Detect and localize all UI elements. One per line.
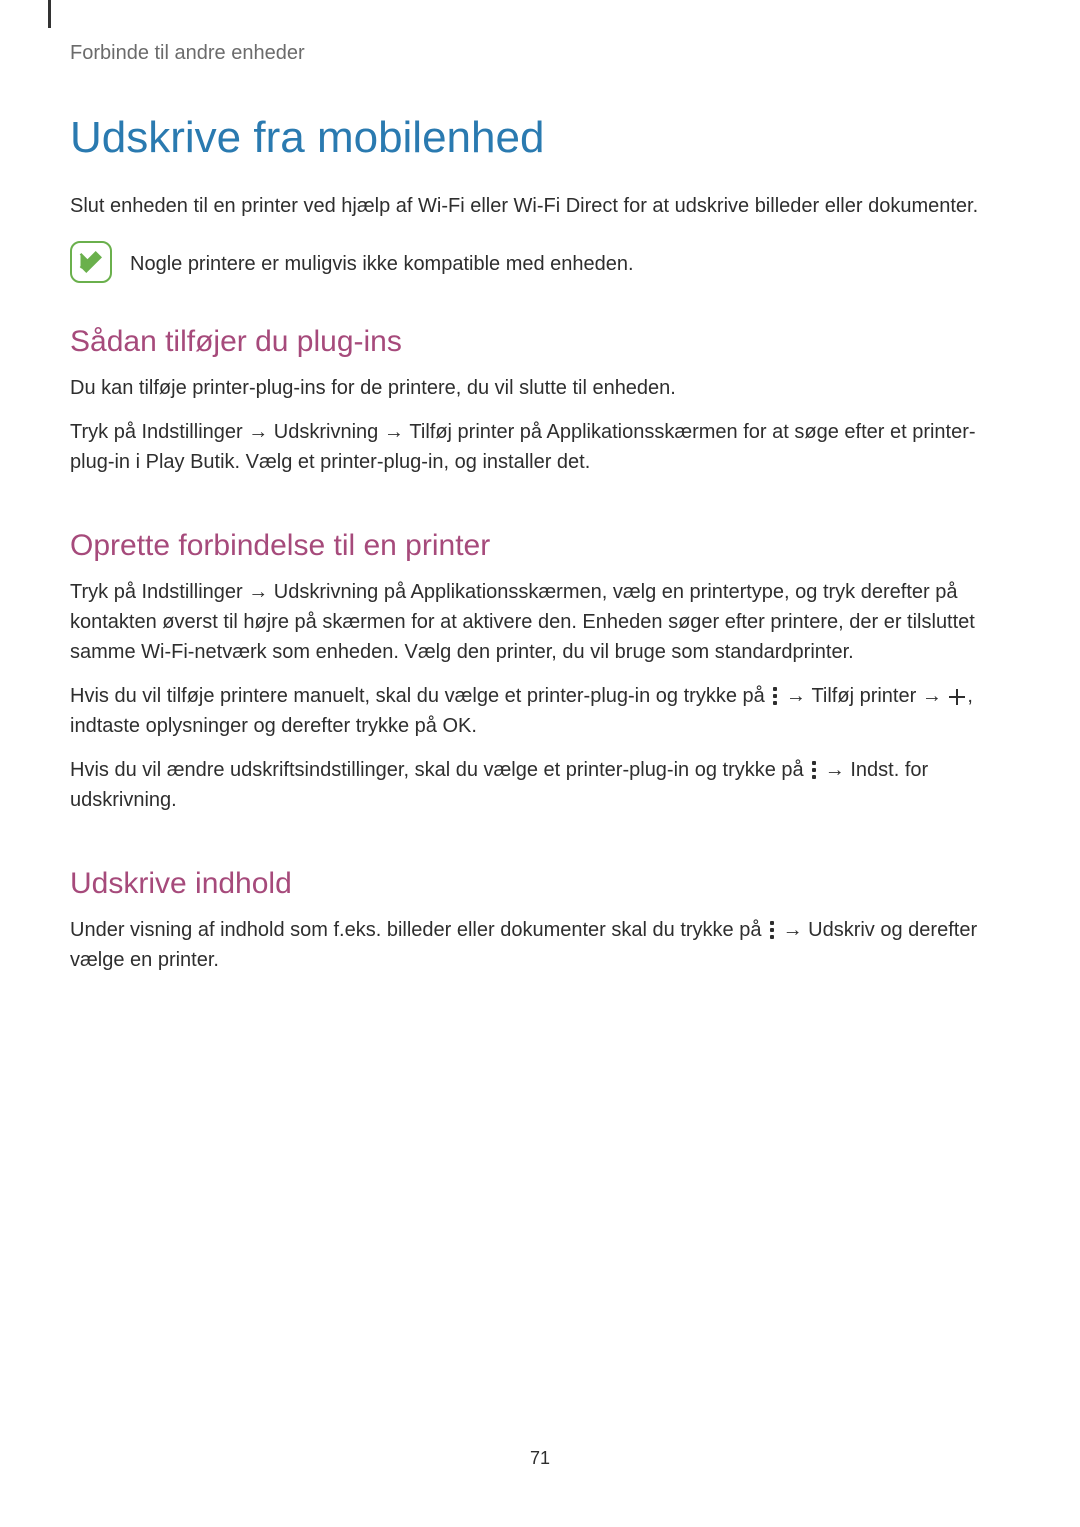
text-fragment: → — [819, 759, 850, 781]
text-fragment: → — [378, 421, 409, 443]
ui-term-printing: Udskrivning — [274, 421, 378, 443]
more-options-icon — [769, 921, 775, 941]
plus-icon — [949, 689, 965, 705]
section2-p1: Tryk på Indstillinger → Udskrivning på A… — [70, 577, 1010, 667]
text-fragment: → — [777, 919, 808, 941]
intro-text: Slut enheden til en printer ved hjælp af… — [70, 191, 1010, 221]
section-heading-plugins: Sådan tilføjer du plug-ins — [70, 325, 1010, 359]
section2-p2: Hvis du vil tilføje printere manuelt, sk… — [70, 681, 1010, 741]
text-fragment: . — [471, 715, 477, 737]
ui-term-play-store: Play Butik — [146, 451, 235, 473]
page-content: Forbinde til andre enheder Udskrive fra … — [0, 0, 1080, 975]
more-options-icon — [772, 687, 778, 707]
ui-term-print: Udskriv — [808, 919, 875, 941]
breadcrumb: Forbinde til andre enheder — [70, 42, 1010, 65]
tab-marker — [48, 0, 51, 28]
section-heading-connect: Oprette forbindelse til en printer — [70, 529, 1010, 563]
text-fragment: Tryk på — [70, 421, 142, 443]
page-number: 71 — [0, 1448, 1080, 1469]
text-fragment: Under visning af indhold som f.eks. bill… — [70, 919, 767, 941]
section3-p1: Under visning af indhold som f.eks. bill… — [70, 915, 1010, 975]
section-heading-print-content: Udskrive indhold — [70, 867, 1010, 901]
more-options-icon — [811, 761, 817, 781]
note-icon — [70, 241, 112, 283]
page-title: Udskrive fra mobilenhed — [70, 113, 1010, 163]
ui-term-settings: Indstillinger — [142, 421, 243, 443]
text-fragment: → — [916, 685, 947, 707]
ui-term-printing: Udskrivning — [274, 581, 378, 603]
text-fragment: . Vælg et printer-plug-in, og installer … — [235, 451, 591, 473]
ui-term-settings: Indstillinger — [142, 581, 243, 603]
ui-term-add-printer: Tilføj printer — [409, 421, 514, 443]
section1-p2: Tryk på Indstillinger → Udskrivning → Ti… — [70, 417, 1010, 477]
section2-p3: Hvis du vil ændre udskriftsindstillinger… — [70, 755, 1010, 815]
text-fragment: → — [780, 685, 811, 707]
text-fragment: → — [243, 421, 274, 443]
text-fragment: Hvis du vil tilføje printere manuelt, sk… — [70, 685, 770, 707]
note-callout: Nogle printere er muligvis ikke kompatib… — [70, 241, 1010, 283]
text-fragment: Hvis du vil ændre udskriftsindstillinger… — [70, 759, 809, 781]
ui-term-ok: OK — [442, 715, 471, 737]
text-fragment: → — [243, 581, 274, 603]
text-fragment: Tryk på — [70, 581, 142, 603]
note-text: Nogle printere er muligvis ikke kompatib… — [130, 241, 634, 279]
text-fragment: . — [171, 789, 177, 811]
section1-p1: Du kan tilføje printer-plug-ins for de p… — [70, 373, 1010, 403]
ui-term-add-printer: Tilføj printer — [811, 685, 916, 707]
